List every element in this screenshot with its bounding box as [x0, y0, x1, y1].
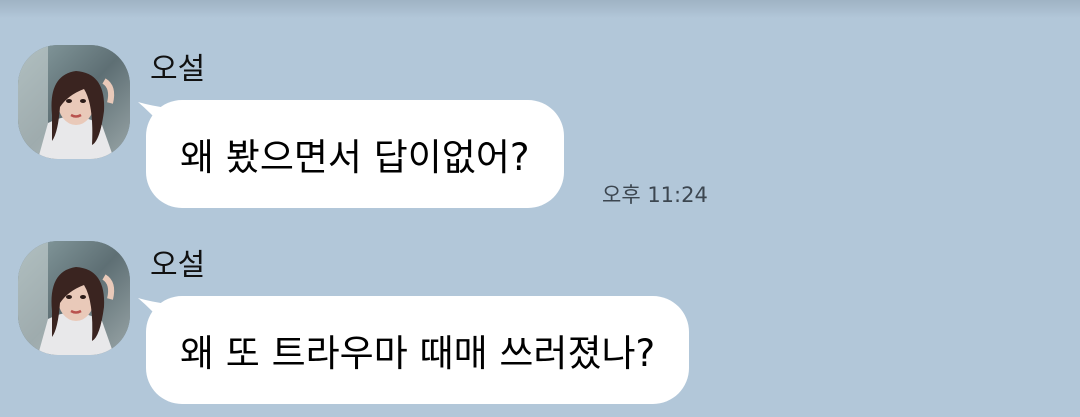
- avatar[interactable]: [18, 45, 130, 159]
- message-text: 왜 봤으면서 답이없어?: [180, 136, 530, 179]
- sender-name: 오설: [150, 248, 206, 283]
- sender-name: 오설: [150, 52, 206, 87]
- message-bubble[interactable]: 왜 또 트라우마 때매 쓰러졌나?: [146, 296, 690, 404]
- message-time: 오후 11:24: [602, 183, 708, 207]
- profile-avatar-icon: [18, 241, 130, 355]
- message-text: 왜 또 트라우마 때매 쓰러졌나?: [180, 332, 656, 375]
- message-bubble[interactable]: 왜 봤으면서 답이없어?: [146, 100, 564, 208]
- profile-avatar-icon: [18, 45, 130, 159]
- top-shadow: [0, 0, 1080, 18]
- avatar[interactable]: [18, 241, 130, 355]
